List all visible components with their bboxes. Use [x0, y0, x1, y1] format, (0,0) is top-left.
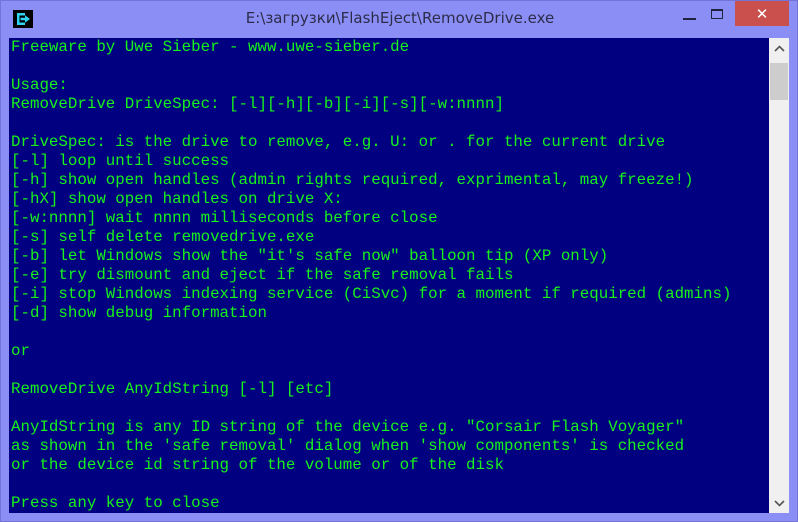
scroll-thumb[interactable] [770, 63, 788, 100]
minimize-icon [682, 17, 696, 20]
minimize-button[interactable] [675, 1, 703, 26]
console-line: or the device id string of the volume or… [11, 456, 504, 474]
console-line: [-s] self delete removedrive.exe [11, 228, 315, 246]
console-line: [-d] show debug information [11, 304, 267, 322]
console-output[interactable]: Freeware by Uwe Sieber - www.uwe-sieber.… [9, 38, 769, 513]
console-line: as shown in the 'safe removal' dialog wh… [11, 437, 685, 455]
close-button[interactable]: ✕ [735, 1, 789, 26]
scroll-up-button[interactable] [769, 38, 789, 58]
console-window: E:\загрузки\FlashEject\RemoveDrive.exe ✕… [0, 0, 798, 522]
chevron-up-icon [773, 42, 785, 55]
console-line: [-b] let Windows show the "it's safe now… [11, 247, 609, 265]
console-line: or [11, 342, 30, 360]
console-line: RemoveDrive AnyIdString [-l] [etc] [11, 380, 334, 398]
console-line: [-i] stop Windows indexing service (CiSv… [11, 285, 732, 303]
close-icon: ✕ [755, 4, 769, 23]
console-line: AnyIdString is any ID string of the devi… [11, 418, 685, 436]
scroll-down-button[interactable] [769, 493, 789, 513]
maximize-icon [711, 8, 723, 19]
console-line: [-e] try dismount and eject if the safe … [11, 266, 514, 284]
console-text: Freeware by Uwe Sieber - www.uwe-sieber.… [9, 38, 769, 513]
chevron-down-icon [773, 497, 785, 510]
maximize-button[interactable] [703, 1, 731, 26]
console-line: Press any key to close [11, 494, 220, 512]
console-line: [-l] loop until success [11, 152, 230, 170]
vertical-scrollbar[interactable] [769, 38, 789, 513]
console-line: [-hX] show open handles on drive X: [11, 190, 343, 208]
console-line: DriveSpec: is the drive to remove, e.g. … [11, 133, 666, 151]
console-line: Freeware by Uwe Sieber - www.uwe-sieber.… [11, 38, 410, 56]
console-line: [-w:nnnn] wait nnnn milliseconds before … [11, 209, 438, 227]
console-line: [-h] show open handles (admin rights req… [11, 171, 694, 189]
title-bar[interactable]: E:\загрузки\FlashEject\RemoveDrive.exe ✕ [1, 1, 798, 38]
console-line: Usage: [11, 76, 68, 94]
console-line: RemoveDrive DriveSpec: [-l][-h][-b][-i][… [11, 95, 504, 113]
